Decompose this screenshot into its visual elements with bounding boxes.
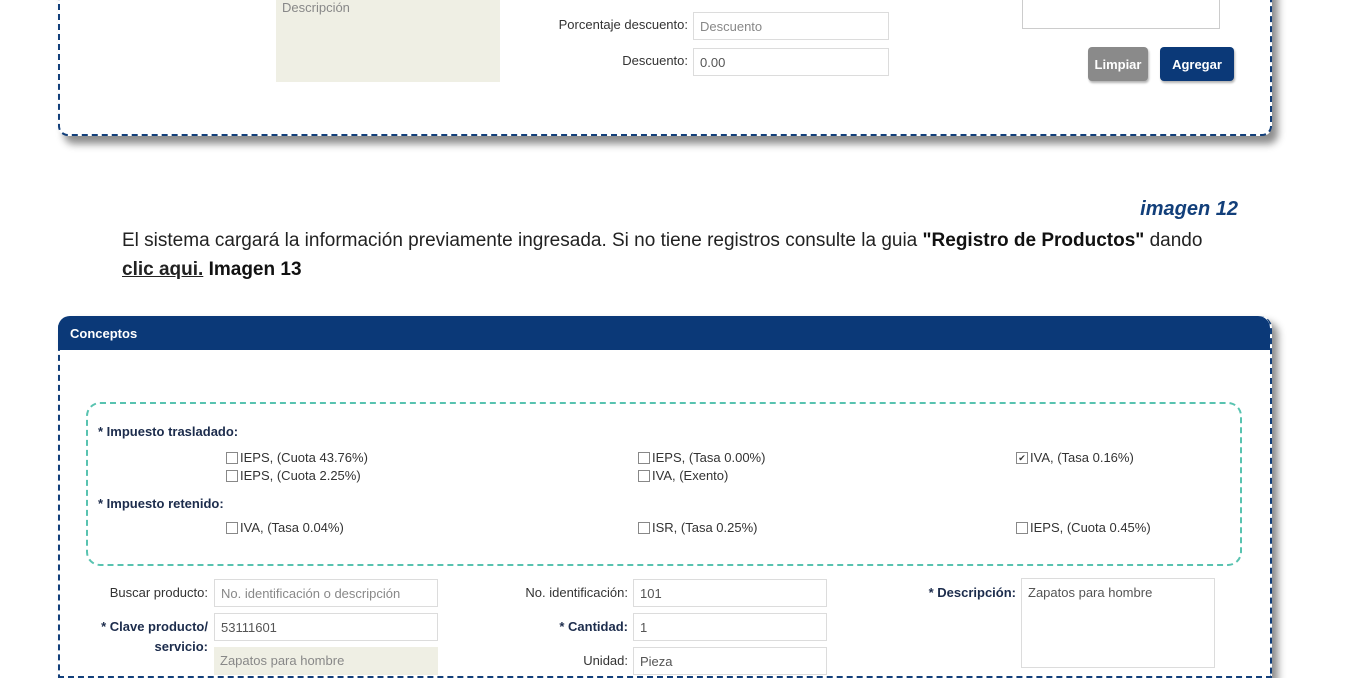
clave-producto-descripcion: Zapatos para hombre <box>214 647 438 675</box>
clic-aqui-link[interactable]: clic aqui. <box>122 259 203 280</box>
tax-iva-tasa-016[interactable]: ✔ IVA, (Tasa 0.16%) <box>1016 450 1134 465</box>
buscar-producto-input[interactable]: No. identificación o descripción <box>214 579 438 607</box>
no-identificacion-label: No. identificación: <box>525 585 628 600</box>
checkbox-icon[interactable] <box>638 451 650 464</box>
limpiar-button[interactable]: Limpiar <box>1088 47 1148 81</box>
tax-ieps-cuota-225[interactable]: IEPS, (Cuota 2.25%) <box>226 468 361 483</box>
tax-ieps-tasa-000[interactable]: IEPS, (Tasa 0.00%) <box>638 450 765 465</box>
checkbox-icon[interactable] <box>226 521 238 534</box>
no-identificacion-input[interactable]: 101 <box>633 579 827 607</box>
tax-label: IVA, (Exento) <box>652 468 729 483</box>
top-form-panel: Descripción Porcentaje descuento: Descue… <box>58 0 1272 136</box>
tax-label: ISR, (Tasa 0.25%) <box>652 520 758 535</box>
top-right-textarea[interactable] <box>1022 0 1220 29</box>
checkbox-icon[interactable] <box>638 521 650 534</box>
ret-ieps-cuota-045[interactable]: IEPS, (Cuota 0.45%) <box>1016 520 1151 535</box>
tax-label: IEPS, (Cuota 2.25%) <box>240 468 361 483</box>
ret-isr-tasa-025[interactable]: ISR, (Tasa 0.25%) <box>638 520 758 535</box>
tax-label: IEPS, (Cuota 0.45%) <box>1030 520 1151 535</box>
cantidad-input[interactable]: 1 <box>633 613 827 641</box>
conceptos-header: Conceptos <box>58 316 1270 350</box>
image-caption: imagen 12 <box>1140 198 1238 220</box>
descripcion-textarea-concepts[interactable]: Zapatos para hombre <box>1021 578 1215 668</box>
checkbox-icon[interactable] <box>1016 521 1028 534</box>
buscar-producto-label: Buscar producto: <box>109 585 208 600</box>
impuesto-trasladado-label: * Impuesto trasladado: <box>98 424 239 439</box>
checkbox-icon[interactable] <box>226 469 238 482</box>
porcentaje-descuento-input[interactable]: Descuento <box>693 12 889 40</box>
tax-label: IVA, (Tasa 0.04%) <box>240 520 344 535</box>
tax-label: IEPS, (Cuota 43.76%) <box>240 450 368 465</box>
impuesto-retenido-label: * Impuesto retenido: <box>98 496 224 511</box>
image-reference: Imagen 13 <box>203 259 302 280</box>
checkbox-icon[interactable] <box>226 451 238 464</box>
descuento-label: Descuento: <box>622 53 688 68</box>
unidad-input[interactable]: Pieza <box>633 647 827 675</box>
checkbox-checked-icon[interactable]: ✔ <box>1016 451 1028 464</box>
descripcion-label: * Descripción: <box>928 585 1016 600</box>
cantidad-label: * Cantidad: <box>559 619 628 634</box>
tax-ieps-cuota-4376[interactable]: IEPS, (Cuota 43.76%) <box>226 450 368 465</box>
descripcion-placeholder: Descripción <box>282 0 350 15</box>
tax-label: IEPS, (Tasa 0.00%) <box>652 450 766 465</box>
descripcion-textarea[interactable]: Descripción <box>276 0 500 82</box>
clave-producto-label: * Clave producto/ <box>101 619 208 634</box>
porcentaje-descuento-label: Porcentaje descuento: <box>558 17 688 32</box>
checkbox-icon[interactable] <box>638 469 650 482</box>
paragraph-text-2: dando <box>1144 230 1203 251</box>
agregar-button[interactable]: Agregar <box>1160 47 1234 81</box>
guide-name: "Registro de Productos" <box>922 230 1145 251</box>
ret-iva-tasa-004[interactable]: IVA, (Tasa 0.04%) <box>226 520 344 535</box>
descuento-input[interactable]: 0.00 <box>693 48 889 76</box>
paragraph-text-1: El sistema cargará la información previa… <box>122 230 923 251</box>
tax-label: IVA, (Tasa 0.16%) <box>1030 450 1134 465</box>
instruction-paragraph: El sistema cargará la información previa… <box>122 226 1272 284</box>
clave-producto-label-2: servicio: <box>154 639 208 654</box>
tax-options-box <box>86 402 1242 566</box>
clave-producto-input[interactable]: 53111601 <box>214 613 438 641</box>
tax-iva-exento[interactable]: IVA, (Exento) <box>638 468 728 483</box>
